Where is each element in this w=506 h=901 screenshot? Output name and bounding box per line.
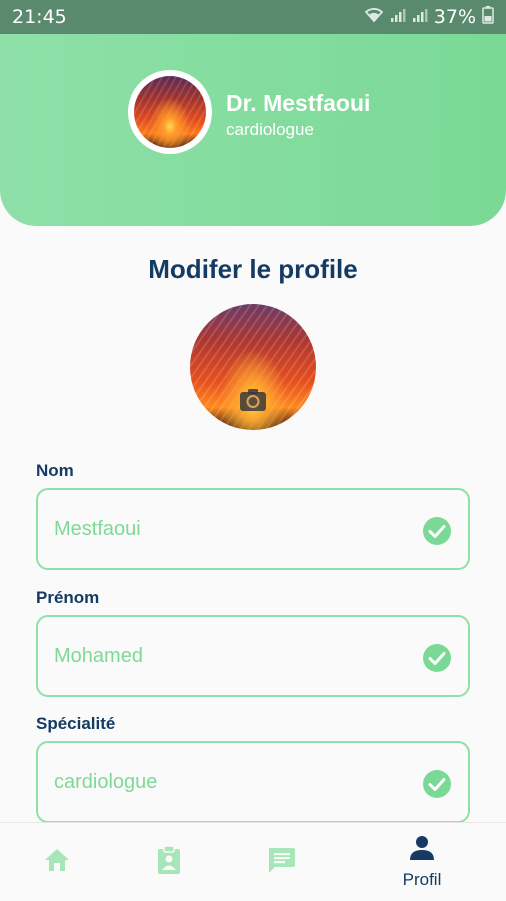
specialite-label: Spécialité [36, 714, 116, 733]
check-circle-icon [422, 643, 452, 678]
nav-appointments[interactable] [148, 823, 190, 901]
camera-icon[interactable] [238, 386, 268, 414]
doctor-name: Dr. Mestfaoui [226, 90, 371, 116]
check-circle-icon [422, 769, 452, 804]
nav-messages[interactable] [260, 823, 302, 901]
nom-input[interactable]: Mestfaoui [54, 518, 141, 541]
check-circle-icon [422, 516, 452, 551]
signal-icon [412, 6, 428, 28]
specialite-input[interactable]: cardiologue [54, 771, 157, 794]
prenom-label: Prénom [36, 588, 100, 607]
nom-label: Nom [36, 461, 74, 480]
status-bar: 21:45 37% [0, 0, 506, 34]
home-icon [43, 847, 71, 878]
profile-header: Dr. Mestfaoui cardiologue [0, 34, 506, 226]
signal-icon [390, 6, 406, 28]
status-time: 21:45 [12, 6, 67, 28]
avatar-image [134, 76, 206, 148]
battery-icon [482, 5, 494, 29]
doctor-specialty: cardiologue [226, 120, 314, 139]
nom-field[interactable]: Mestfaoui [36, 488, 470, 570]
status-icons: 37% [364, 5, 494, 29]
avatar[interactable] [128, 70, 212, 154]
clipboard-icon [156, 844, 182, 880]
chat-icon [266, 846, 296, 879]
nav-home[interactable] [36, 823, 78, 901]
nav-profile-label: Profil [402, 869, 442, 889]
wifi-icon [364, 6, 384, 28]
person-icon [409, 835, 435, 866]
specialite-field[interactable]: cardiologue [36, 741, 470, 823]
nav-profile[interactable]: Profil [392, 823, 452, 901]
prenom-input[interactable]: Mohamed [54, 645, 143, 668]
battery-percent: 37% [433, 6, 476, 28]
bottom-nav: Profil [0, 822, 506, 901]
prenom-field[interactable]: Mohamed [36, 615, 470, 697]
page-title: Modifer le profile [148, 254, 358, 284]
